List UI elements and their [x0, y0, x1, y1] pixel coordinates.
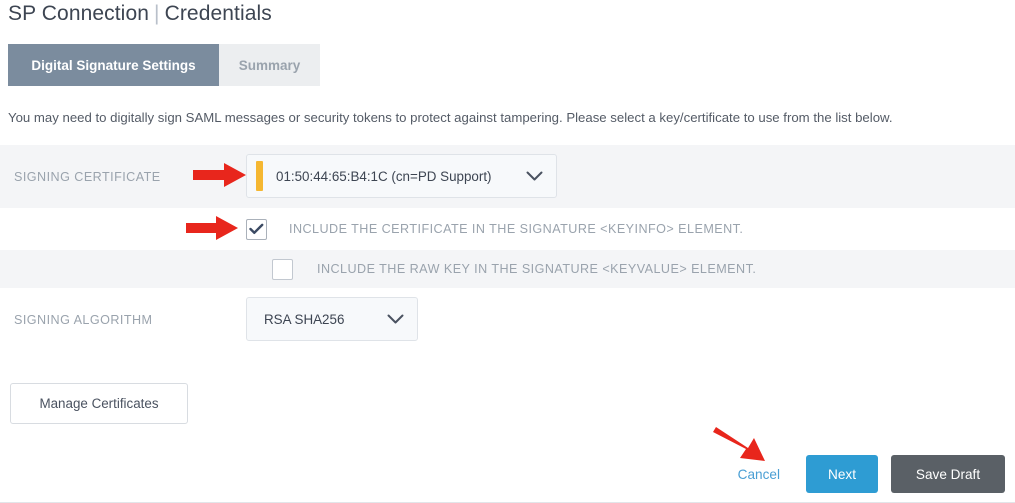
chevron-down-icon	[383, 307, 407, 331]
row-signing-certificate: SIGNING CERTIFICATE 01:50:44:65:B4:1C (c…	[0, 145, 1015, 208]
chevron-down-icon	[522, 164, 546, 188]
tab-summary[interactable]: Summary	[219, 44, 320, 86]
manage-certificates-button[interactable]: Manage Certificates	[10, 383, 188, 424]
cancel-link[interactable]: Cancel	[738, 467, 780, 482]
page-title-primary: SP Connection	[8, 2, 150, 25]
signing-algorithm-select[interactable]: RSA SHA256	[246, 297, 418, 341]
tab-digital-signature-settings-label: Digital Signature Settings	[31, 57, 196, 73]
form-rows: SIGNING CERTIFICATE 01:50:44:65:B4:1C (c…	[0, 145, 1015, 351]
include-raw-key-checkbox-group[interactable]: INCLUDE THE RAW KEY IN THE SIGNATURE <KE…	[272, 258, 757, 280]
tab-bar: Digital Signature Settings Summary	[8, 44, 320, 86]
intro-description: You may need to digitally sign SAML mess…	[8, 110, 893, 125]
signing-algorithm-value: RSA SHA256	[264, 311, 345, 327]
signing-certificate-select[interactable]: 01:50:44:65:B4:1C (cn=PD Support)	[246, 154, 557, 198]
include-certificate-label: INCLUDE THE CERTIFICATE IN THE SIGNATURE…	[289, 222, 744, 236]
row-include-raw-key: INCLUDE THE RAW KEY IN THE SIGNATURE <KE…	[0, 250, 1015, 288]
signing-algorithm-label: SIGNING ALGORITHM	[14, 312, 153, 327]
include-certificate-checkbox[interactable]	[246, 218, 267, 240]
next-button[interactable]: Next	[806, 455, 878, 493]
save-draft-button[interactable]: Save Draft	[891, 455, 1005, 493]
page-title-divider: |	[154, 2, 160, 25]
signing-certificate-value: 01:50:44:65:B4:1C (cn=PD Support)	[276, 168, 492, 184]
include-certificate-checkbox-group[interactable]: INCLUDE THE CERTIFICATE IN THE SIGNATURE…	[246, 218, 744, 240]
row-signing-algorithm: SIGNING ALGORITHM RSA SHA256	[0, 288, 1015, 351]
page-title-secondary: Credentials	[164, 2, 272, 25]
checkmark-icon	[249, 223, 264, 234]
certificate-status-accent-bar	[256, 161, 263, 191]
footer-actions: Cancel Next Save Draft	[738, 455, 1005, 493]
page-title: SP Connection | Credentials	[8, 2, 272, 26]
row-include-certificate: INCLUDE THE CERTIFICATE IN THE SIGNATURE…	[0, 208, 1015, 250]
tab-summary-label: Summary	[238, 57, 301, 73]
tab-digital-signature-settings[interactable]: Digital Signature Settings	[8, 44, 219, 86]
signing-certificate-label: SIGNING CERTIFICATE	[14, 169, 161, 184]
include-raw-key-checkbox[interactable]	[272, 258, 293, 280]
include-raw-key-label: INCLUDE THE RAW KEY IN THE SIGNATURE <KE…	[317, 262, 757, 276]
